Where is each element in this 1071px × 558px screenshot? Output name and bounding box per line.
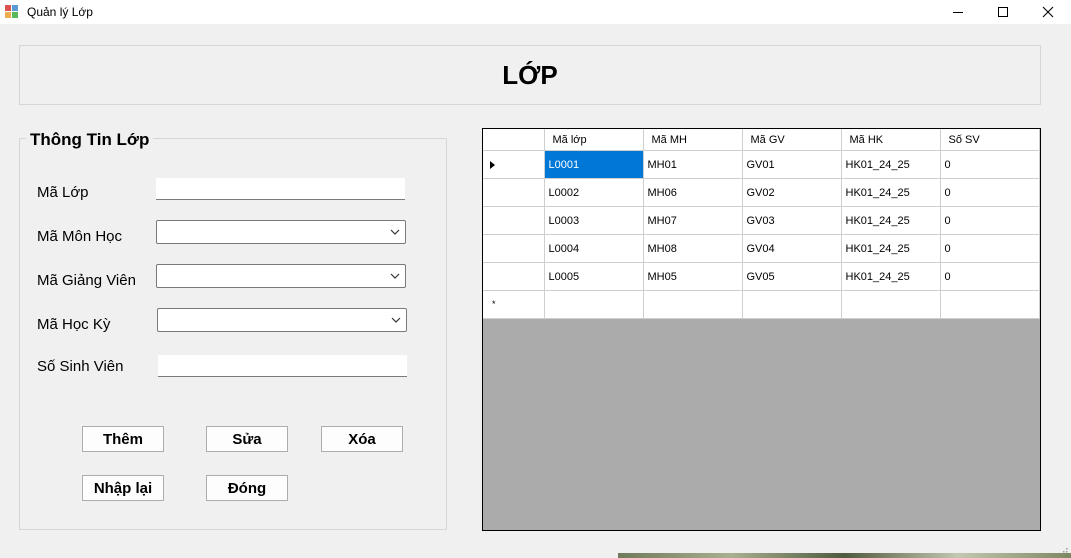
current-row-arrow-icon — [490, 161, 495, 169]
new-row-asterisk-icon: * — [492, 299, 496, 309]
chevron-down-icon — [390, 273, 400, 279]
row-header[interactable] — [483, 262, 545, 291]
table-cell[interactable]: GV01 — [742, 150, 842, 179]
table-cell[interactable]: GV05 — [742, 262, 842, 291]
table-cell[interactable]: HK01_24_25 — [841, 178, 941, 207]
column-header[interactable]: Mã MH — [643, 129, 743, 151]
row-header[interactable] — [483, 178, 545, 207]
table-cell[interactable]: HK01_24_25 — [841, 150, 941, 179]
table-cell[interactable]: L0002 — [544, 178, 644, 207]
column-header[interactable]: Mã GV — [742, 129, 842, 151]
minimize-button[interactable] — [935, 0, 981, 24]
table-cell[interactable]: MH07 — [643, 206, 743, 235]
xoa-button[interactable]: Xóa — [321, 426, 403, 452]
row-header[interactable]: * — [483, 290, 545, 319]
maximize-icon — [998, 7, 1008, 17]
table-cell[interactable]: HK01_24_25 — [841, 206, 941, 235]
table-cell[interactable]: MH05 — [643, 262, 743, 291]
row-header[interactable] — [483, 206, 545, 235]
table-cell[interactable]: MH01 — [643, 150, 743, 179]
ma-mon-hoc-combo[interactable] — [156, 220, 406, 244]
nhap-lai-button[interactable]: Nhập lại — [82, 475, 164, 501]
table-cell[interactable] — [841, 290, 941, 319]
grid-corner-header[interactable] — [483, 129, 545, 151]
table-cell[interactable]: 0 — [940, 150, 1040, 179]
so-sinh-vien-input[interactable] — [158, 355, 407, 377]
window-title: Quản lý Lớp — [27, 5, 93, 19]
minimize-icon — [953, 12, 963, 13]
table-row[interactable]: L0004 MH08 GV04 HK01_24_25 0 — [483, 234, 1040, 263]
row-header[interactable] — [483, 150, 545, 179]
table-cell[interactable]: 0 — [940, 234, 1040, 263]
groupbox-title: Thông Tin Lớp — [26, 130, 154, 150]
them-button[interactable]: Thêm — [82, 426, 164, 452]
table-cell[interactable]: 0 — [940, 178, 1040, 207]
dong-button[interactable]: Đóng — [206, 475, 288, 501]
ma-lop-label: Mã Lớp — [37, 184, 89, 201]
table-row[interactable]: L0002 MH06 GV02 HK01_24_25 0 — [483, 178, 1040, 207]
table-cell[interactable]: L0003 — [544, 206, 644, 235]
ma-lop-input[interactable] — [156, 178, 405, 200]
column-header[interactable]: Số SV — [940, 129, 1040, 151]
header-panel: LỚP — [19, 45, 1041, 105]
ma-giang-vien-label: Mã Giảng Viên — [37, 272, 136, 289]
chevron-down-icon — [391, 317, 401, 323]
desktop-background-strip — [618, 553, 1071, 558]
ma-giang-vien-combo[interactable] — [156, 264, 406, 288]
so-sinh-vien-label: Số Sinh Viên — [37, 358, 124, 375]
chevron-down-icon — [390, 229, 400, 235]
table-cell[interactable]: HK01_24_25 — [841, 262, 941, 291]
page-title: LỚP — [502, 60, 558, 90]
new-row[interactable]: * — [483, 290, 1040, 319]
table-cell[interactable]: MH08 — [643, 234, 743, 263]
column-header[interactable]: Mã lớp — [544, 129, 644, 151]
table-cell[interactable] — [940, 290, 1040, 319]
table-cell[interactable] — [544, 290, 644, 319]
table-cell[interactable]: 0 — [940, 262, 1040, 291]
table-cell[interactable] — [643, 290, 743, 319]
grid-header-row: Mã lớp Mã MH Mã GV Mã HK Số SV — [483, 129, 1040, 151]
close-button[interactable] — [1025, 0, 1071, 24]
close-icon — [1042, 6, 1054, 18]
table-cell[interactable]: L0004 — [544, 234, 644, 263]
table-cell[interactable]: GV02 — [742, 178, 842, 207]
ma-hoc-ky-label: Mã Học Kỳ — [37, 316, 111, 333]
table-cell[interactable]: GV04 — [742, 234, 842, 263]
ma-mon-hoc-label: Mã Môn Học — [37, 228, 123, 245]
table-cell[interactable]: MH06 — [643, 178, 743, 207]
table-cell[interactable]: GV03 — [742, 206, 842, 235]
table-cell[interactable]: 0 — [940, 206, 1040, 235]
row-header[interactable] — [483, 234, 545, 263]
ma-hoc-ky-combo[interactable] — [157, 308, 407, 332]
table-cell[interactable]: HK01_24_25 — [841, 234, 941, 263]
title-bar: Quản lý Lớp — [0, 0, 1071, 24]
class-data-grid[interactable]: Mã lớp Mã MH Mã GV Mã HK Số SV L0001 MH0… — [482, 128, 1041, 531]
table-row[interactable]: L0005 MH05 GV05 HK01_24_25 0 — [483, 262, 1040, 291]
app-icon — [5, 5, 19, 19]
maximize-button[interactable] — [980, 0, 1026, 24]
table-cell[interactable]: L0001 — [544, 150, 644, 179]
table-cell[interactable]: L0005 — [544, 262, 644, 291]
table-row[interactable]: L0003 MH07 GV03 HK01_24_25 0 — [483, 206, 1040, 235]
table-cell[interactable] — [742, 290, 842, 319]
table-row[interactable]: L0001 MH01 GV01 HK01_24_25 0 — [483, 150, 1040, 179]
sua-button[interactable]: Sửa — [206, 426, 288, 452]
column-header[interactable]: Mã HK — [841, 129, 941, 151]
grid-table: Mã lớp Mã MH Mã GV Mã HK Số SV L0001 MH0… — [483, 129, 1040, 319]
